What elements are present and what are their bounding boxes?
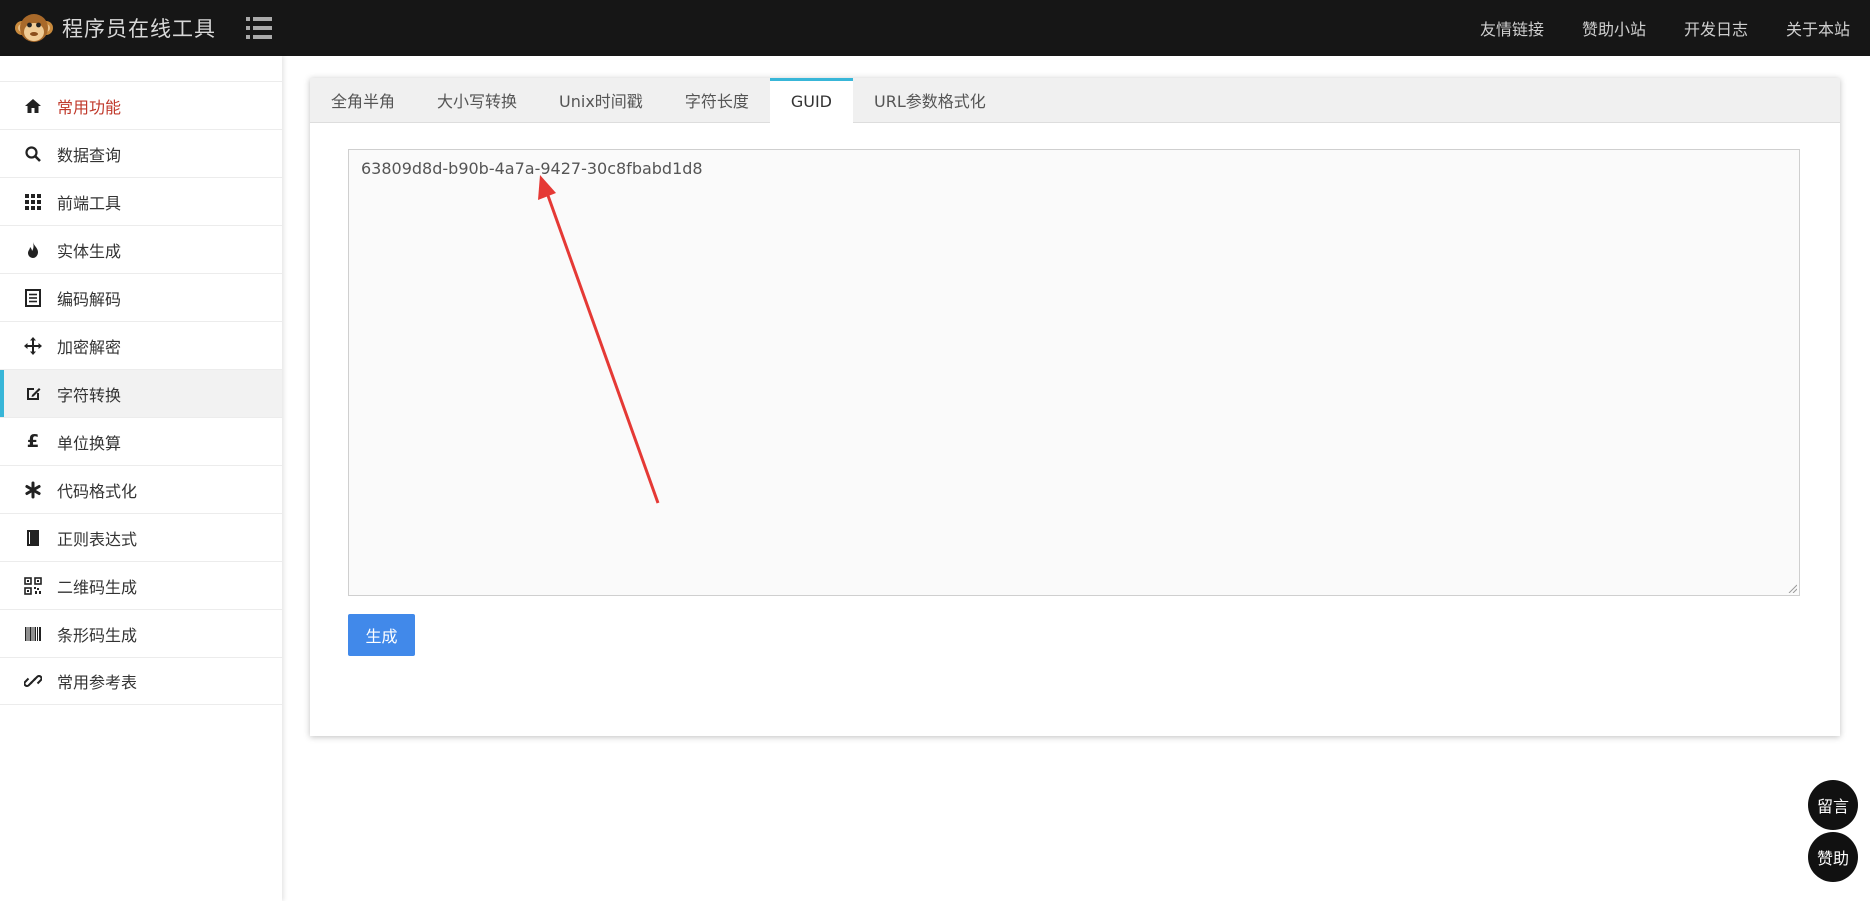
guid-value: 63809d8d-b90b-4a7a-9427-30c8fbabd1d8 xyxy=(361,159,703,178)
sidebar-item-label: 前端工具 xyxy=(57,193,122,213)
barcode-icon xyxy=(24,625,42,643)
generate-button[interactable]: 生成 xyxy=(348,614,415,656)
monkey-logo-icon xyxy=(14,8,54,48)
guid-output-textarea[interactable]: 63809d8d-b90b-4a7a-9427-30c8fbabd1d8 xyxy=(348,149,1800,596)
sidebar-item-entity[interactable]: 实体生成 xyxy=(0,225,282,273)
sidebar-item-label: 加密解密 xyxy=(57,337,122,357)
sidebar-item-label: 正则表达式 xyxy=(57,529,138,549)
list-icon xyxy=(24,288,42,307)
sidebar-item-label: 二维码生成 xyxy=(57,577,138,597)
donate-float-button[interactable]: 赞助 xyxy=(1808,832,1858,882)
sidebar-item-label: 条形码生成 xyxy=(57,625,138,645)
message-float-button[interactable]: 留言 xyxy=(1808,780,1858,830)
sidebar-item-reference[interactable]: 常用参考表 xyxy=(0,657,282,705)
tab-guid[interactable]: GUID xyxy=(769,78,853,124)
resize-handle-icon[interactable] xyxy=(1787,583,1797,593)
sidebar-item-label: 实体生成 xyxy=(57,241,122,261)
sidebar-item-qrcode[interactable]: 二维码生成 xyxy=(0,561,282,609)
menu-list-icon[interactable] xyxy=(246,17,272,39)
sidebar-item-frontend[interactable]: 前端工具 xyxy=(0,177,282,225)
tab-bar: 全角半角 大小写转换 Unix时间戳 字符长度 GUID URL参数格式化 xyxy=(310,78,1840,124)
sidebar-item-label: 代码格式化 xyxy=(57,481,138,501)
tab-char-length[interactable]: 字符长度 xyxy=(664,78,770,123)
sidebar-item-encode[interactable]: 编码解码 xyxy=(0,273,282,321)
home-icon xyxy=(24,97,42,115)
sidebar-item-encrypt[interactable]: 加密解密 xyxy=(0,321,282,369)
fire-icon xyxy=(24,241,42,259)
sidebar-item-code-format[interactable]: 代码格式化 xyxy=(0,465,282,513)
nav-about[interactable]: 关于本站 xyxy=(1786,16,1850,40)
qrcode-icon xyxy=(24,576,42,595)
tool-panel: 全角半角 大小写转换 Unix时间戳 字符长度 GUID URL参数格式化 63… xyxy=(310,78,1840,736)
sidebar-item-barcode[interactable]: 条形码生成 xyxy=(0,609,282,657)
link-icon xyxy=(24,672,42,690)
sidebar-item-char-convert[interactable]: 字符转换 xyxy=(0,369,282,417)
tab-case-convert[interactable]: 大小写转换 xyxy=(416,78,538,123)
top-navbar: 程序员在线工具 友情链接 赞助小站 开发日志 关于本站 xyxy=(0,0,1870,56)
sidebar-item-regex[interactable]: 正则表达式 xyxy=(0,513,282,561)
sidebar-item-data-query[interactable]: 数据查询 xyxy=(0,129,282,177)
tab-url-params[interactable]: URL参数格式化 xyxy=(853,78,1007,123)
sidebar-item-label: 字符转换 xyxy=(57,385,122,405)
sidebar: 常用功能 数据查询 前端工具 实体生成 编码解码 加密解密 字符转换 £ 单位换… xyxy=(0,56,282,901)
pound-icon: £ xyxy=(26,431,40,452)
site-logo[interactable]: 程序员在线工具 xyxy=(14,8,216,48)
top-nav-links: 友情链接 赞助小站 开发日志 关于本站 xyxy=(1442,16,1850,40)
sidebar-item-common[interactable]: 常用功能 xyxy=(0,81,282,129)
asterisk-icon xyxy=(24,481,42,499)
edit-icon xyxy=(24,385,42,403)
nav-dev-log[interactable]: 开发日志 xyxy=(1684,16,1748,40)
site-title: 程序员在线工具 xyxy=(62,17,216,41)
nav-sponsor[interactable]: 赞助小站 xyxy=(1582,16,1646,40)
sidebar-item-label: 常用功能 xyxy=(57,97,122,117)
nav-friend-links[interactable]: 友情链接 xyxy=(1480,16,1544,40)
sidebar-item-unit[interactable]: £ 单位换算 xyxy=(0,417,282,465)
sidebar-item-label: 数据查询 xyxy=(57,145,122,165)
sidebar-item-label: 单位换算 xyxy=(57,433,122,453)
tab-fullwidth-halfwidth[interactable]: 全角半角 xyxy=(310,78,416,123)
tab-unix-timestamp[interactable]: Unix时间戳 xyxy=(538,78,664,123)
grid-icon xyxy=(24,193,42,211)
sidebar-item-label: 编码解码 xyxy=(57,289,122,309)
search-icon xyxy=(24,145,42,163)
book-icon xyxy=(24,529,42,547)
move-icon xyxy=(24,336,42,355)
sidebar-item-label: 常用参考表 xyxy=(57,673,138,692)
